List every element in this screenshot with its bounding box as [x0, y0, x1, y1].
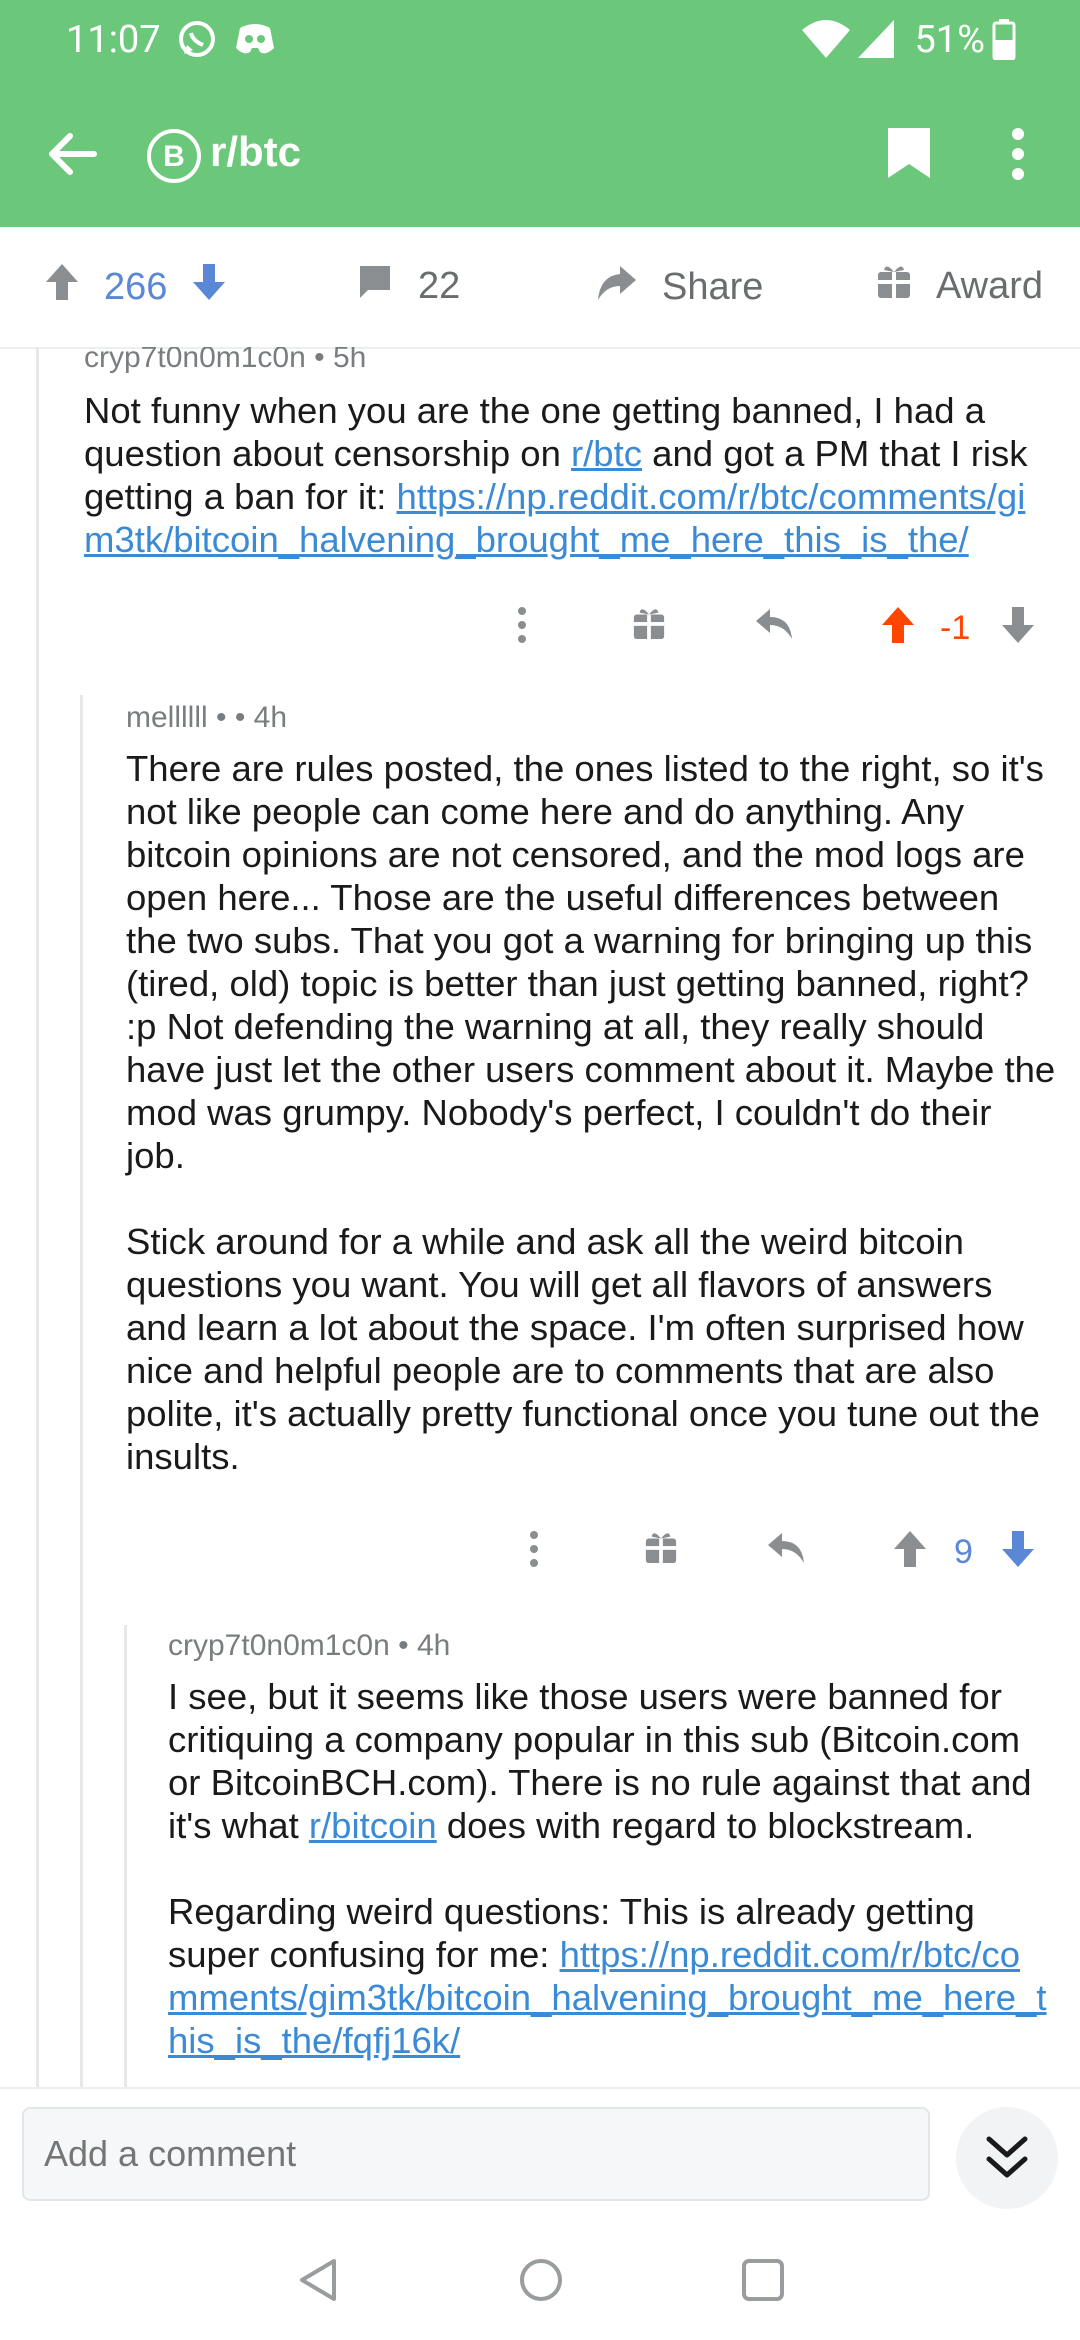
- comment-bubble-icon: [356, 262, 394, 310]
- collapse-comments-button[interactable]: [956, 2107, 1058, 2209]
- share-icon: [596, 262, 638, 312]
- gift-icon: [876, 262, 912, 310]
- nav-back-icon[interactable]: [296, 2257, 342, 2308]
- whatsapp-icon: [176, 18, 218, 64]
- more-vertical-icon[interactable]: [512, 605, 532, 650]
- system-nav-bar: [0, 2219, 1080, 2340]
- bookmark-icon[interactable]: [886, 126, 932, 185]
- downvote-icon[interactable]: [1000, 1529, 1036, 1574]
- status-bar: 11:07 51%: [0, 0, 1080, 80]
- battery-percent: 51%: [914, 18, 985, 62]
- comment-text: does with regard to blockstream.: [436, 1805, 975, 1846]
- share-button[interactable]: Share: [596, 262, 763, 312]
- thread-line-level-1: [36, 347, 39, 2087]
- comment-body: There are rules posted, the ones listed …: [126, 747, 1060, 1478]
- gift-icon[interactable]: [644, 1529, 678, 1570]
- status-time: 11:07: [66, 18, 161, 62]
- award-label: Award: [936, 264, 1044, 307]
- comments-button[interactable]: 22: [356, 262, 460, 310]
- comment-body: Not funny when you are the one getting b…: [84, 389, 1054, 561]
- comment-thread: cryp7t0n0m1c0n • 5h Not funny when you a…: [0, 347, 1080, 2087]
- gift-icon[interactable]: [632, 605, 666, 646]
- comment-paragraph: I see, but it seems like those users wer…: [168, 1675, 1048, 1847]
- comment-score: -1: [940, 609, 971, 647]
- signal-icon: [856, 18, 896, 64]
- bitcoin-icon: B: [146, 128, 202, 189]
- comment-composer: [0, 2087, 1080, 2221]
- downvote-icon[interactable]: [191, 262, 227, 312]
- add-comment-input[interactable]: [22, 2107, 930, 2201]
- app-header: B r/btc: [0, 80, 1080, 227]
- post-score: 266: [104, 265, 168, 308]
- upvote-icon[interactable]: [892, 1529, 928, 1574]
- nav-recents-icon[interactable]: [740, 2257, 786, 2308]
- thread-line-level-2: [80, 695, 83, 2087]
- post-action-bar: 266 22 Share Award: [0, 227, 1080, 349]
- reply-icon[interactable]: [754, 607, 794, 646]
- wifi-icon: [800, 18, 852, 64]
- comment-body: I see, but it seems like those users wer…: [168, 1675, 1048, 2062]
- double-chevron-down-icon: [985, 2135, 1029, 2186]
- comment-author-meta[interactable]: cryp7t0n0m1c0n • 4h: [168, 1629, 450, 1663]
- comment-paragraph: Regarding weird questions: This is alrea…: [168, 1890, 1048, 2062]
- discord-icon: [232, 18, 278, 64]
- subreddit-link[interactable]: r/bitcoin: [309, 1805, 437, 1846]
- comment-count: 22: [418, 264, 461, 307]
- nav-home-icon[interactable]: [518, 2257, 564, 2308]
- subreddit-link[interactable]: r/btc: [571, 433, 642, 474]
- upvote-icon[interactable]: [880, 605, 916, 650]
- svg-text:B: B: [163, 140, 185, 173]
- comment-score: 9: [954, 1533, 973, 1571]
- award-button[interactable]: Award: [876, 262, 1043, 310]
- subreddit-title[interactable]: r/btc: [210, 128, 301, 176]
- downvote-icon[interactable]: [1000, 605, 1036, 650]
- reply-icon[interactable]: [766, 1531, 806, 1570]
- battery-icon: [992, 18, 1016, 64]
- share-label: Share: [662, 265, 764, 308]
- comment-author-meta[interactable]: mellllll • • 4h: [126, 701, 287, 735]
- more-vertical-icon[interactable]: [524, 1529, 544, 1574]
- comment-paragraph: Stick around for a while and ask all the…: [126, 1221, 1040, 1477]
- upvote-icon[interactable]: [44, 262, 80, 312]
- thread-line-level-3: [124, 1625, 127, 2087]
- more-vertical-icon[interactable]: [1008, 126, 1028, 187]
- back-arrow-icon[interactable]: [44, 126, 100, 187]
- comment-author-meta[interactable]: cryp7t0n0m1c0n • 5h: [84, 347, 366, 375]
- comment-paragraph: There are rules posted, the ones listed …: [126, 748, 1056, 1176]
- vote-group: 266: [44, 262, 227, 312]
